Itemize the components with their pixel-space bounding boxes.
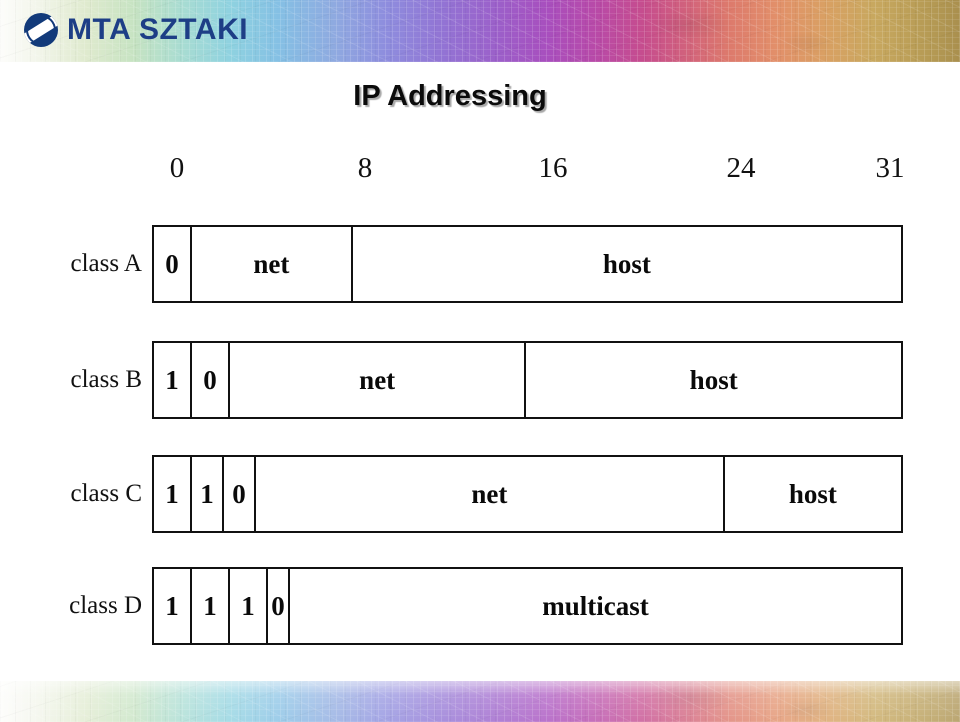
prefix-bit-cell: 1 [230, 569, 268, 643]
class-label-a: class A [70, 250, 142, 277]
field-cell-net: net [230, 343, 527, 417]
ip-address-bitfield: 1 0 net host [152, 341, 903, 419]
prefix-bit-cell: 1 [192, 457, 224, 531]
field-cell-host: host [689, 364, 738, 395]
class-label-d: class D [69, 592, 142, 619]
brand-logo[interactable]: MTA SZTAKI [24, 13, 248, 47]
class-label-c: class C [70, 480, 142, 507]
page-title: IP Addressing [353, 80, 547, 112]
field-cell-host: host [788, 478, 837, 509]
field-cell-multicast: multicast [542, 590, 649, 621]
ip-address-bitfield: 1 1 0 net host [152, 455, 903, 533]
ip-class-row-b: class B 1 0 net host [0, 341, 960, 419]
field-cell-net: net [256, 457, 725, 531]
bit-tick-24: 24 [726, 152, 756, 184]
ip-address-bitfield: 0 net host [152, 225, 903, 303]
ip-class-row-a: class A 0 net host [0, 225, 960, 303]
bit-tick-16: 16 [538, 152, 568, 184]
prefix-bit-cell: 1 [154, 343, 192, 417]
footer-fade-overlay [0, 681, 960, 722]
prefix-bit-cell: 0 [268, 569, 290, 643]
ip-class-row-d: class D 1 1 1 0 multicast [0, 567, 960, 645]
prefix-bit-cell: 0 [192, 343, 230, 417]
footer-banner [0, 681, 960, 722]
bit-tick-8: 8 [357, 152, 373, 184]
prefix-bit-cell: 0 [224, 457, 256, 531]
sztaki-swoosh-icon [24, 13, 58, 47]
ip-class-row-c: class C 1 1 0 net host [0, 455, 960, 533]
field-cell-host: host [602, 248, 651, 279]
prefix-bit-cell: 1 [192, 569, 230, 643]
prefix-bit-cell: 1 [154, 569, 192, 643]
ip-address-bitfield: 1 1 1 0 multicast [152, 567, 903, 645]
brand-name: MTA SZTAKI [67, 13, 249, 46]
class-label-b: class B [70, 366, 142, 393]
bit-tick-31: 31 [875, 152, 905, 184]
bit-tick-0: 0 [169, 152, 185, 184]
bit-position-ruler: 0 8 16 24 31 [0, 152, 960, 186]
prefix-bit-cell: 1 [154, 457, 192, 531]
prefix-bit-cell: 0 [154, 227, 192, 301]
field-cell-net: net [192, 227, 353, 301]
